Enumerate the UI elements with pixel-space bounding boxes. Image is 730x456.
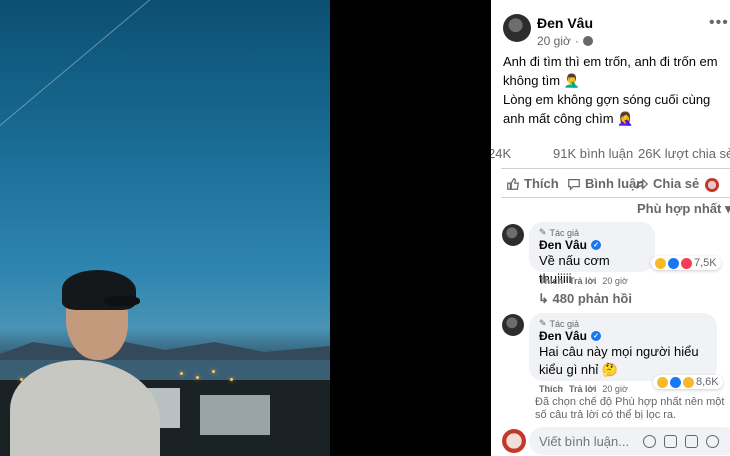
divider [501,168,730,169]
post-text-line: Lòng em không gợn sóng cuối cùng anh mất… [503,92,711,126]
comment-time[interactable]: 20 giờ [602,384,627,394]
comment-button[interactable]: Bình luận [567,176,644,191]
comment-like-link[interactable]: Thích [539,384,563,394]
author-tag: ✎ Tác giả [539,318,707,329]
chevron-down-icon: ▾ [724,201,730,216]
pencil-icon: ✎ [539,318,547,328]
like-reaction-icon [670,376,681,388]
post-time[interactable]: 20 giờ [537,34,571,48]
post-text: Anh đi tìm thì em trốn, anh đi trốn em k… [503,52,728,128]
warehouse [200,395,270,435]
viewer-avatar [502,429,526,453]
post-author-name[interactable]: Đen Vâu [537,15,593,31]
shares-count[interactable]: 26K lượt chia sẻ [638,146,730,161]
love-reaction-icon [681,257,692,269]
sticker-icon[interactable] [706,434,719,448]
comment-author-avatar[interactable] [502,314,524,336]
comment-reactions[interactable]: 7,5K [651,256,721,270]
author-tag-label: Tác giả [549,227,580,238]
haha-reaction-icon [655,257,666,269]
comment-icon [568,178,580,191]
pencil-icon: ✎ [539,227,547,237]
like-button[interactable]: Thích [506,176,559,191]
author-avatar[interactable] [503,14,531,42]
comment-time[interactable]: 20 giờ [602,276,627,286]
comment-author-avatar[interactable] [502,224,524,246]
comment-sort-label: Phù hợp nhất [637,201,722,216]
comment-actions: Thích Trả lời 20 giờ [539,384,628,394]
comment-author-label: Đen Vâu [539,238,588,252]
like-label: Thích [524,176,559,191]
comment-author-name[interactable]: Đen Vâu ✓ [539,329,707,343]
comment-reaction-count: 7,5K [694,257,717,269]
filter-notice: Đã chọn chế độ Phù hợp nhất nên một số c… [535,396,725,421]
person-cap-brim [104,296,140,306]
camera-icon[interactable] [664,434,677,448]
like-reaction-icon [668,257,679,269]
divider [501,197,730,198]
sad-reaction-icon [683,376,694,388]
share-label: Chia sẻ [653,176,700,191]
author-tag: ✎ Tác giả [539,227,645,238]
comment-reply-link[interactable]: Trả lời [569,276,596,286]
comment-actions: Thích Trả lời 20 giờ [539,276,628,286]
comment-reply-link[interactable]: Trả lời [569,384,596,394]
emoji-icon[interactable] [643,434,656,448]
power-line [0,0,293,151]
post-side-panel: Đen Vâu 20 giờ · ••• Anh đi tìm thì em t… [491,0,730,456]
post-text-line: Anh đi tìm thì em trốn, anh đi trốn em k… [503,54,718,88]
comment-input[interactable] [539,433,635,449]
thumbs-up-icon [507,177,519,190]
post-meta: 20 giờ · [537,34,593,48]
reply-arrow-icon: ↳ [538,291,553,306]
haha-reaction-icon [657,376,668,388]
comment-bubble: ✎ Tác giả Đen Vâu ✓ Về nấu cơm thuiiiii [529,222,655,286]
comments-count[interactable]: 91K bình luận [553,146,633,161]
replies-count: 480 phản hồi [552,291,632,306]
comment-author-label: Đen Vâu [539,329,588,343]
viewer-avatar-selector[interactable] [705,178,719,192]
view-replies-link[interactable]: ↳ 480 phản hồi [538,291,632,307]
globe-icon [582,36,593,46]
comment-composer[interactable] [529,427,730,455]
comment-bubble: ✎ Tác giả Đen Vâu ✓ Hai câu này mọi người … [529,313,717,381]
gif-icon[interactable] [685,434,698,448]
comment-like-link[interactable]: Thích [539,276,563,286]
share-button[interactable]: Chia sẻ [635,176,699,191]
more-options-icon[interactable]: ••• [709,14,729,32]
comment-author-name[interactable]: Đen Vâu ✓ [539,238,645,252]
port-light [230,378,233,381]
verified-badge-icon: ✓ [591,240,602,250]
reactions-count[interactable]: 24K [491,146,511,161]
separator-dot: · [574,34,579,48]
port-light [180,372,183,375]
share-icon [636,177,649,190]
port-light [212,370,215,373]
comment-sort-dropdown[interactable]: Phù hợp nhất ▾ [637,201,730,217]
comment-text: Hai câu này mọi người hiểu [539,344,699,359]
comment-reaction-count: 8,6K [696,376,719,388]
verified-badge-icon: ✓ [591,331,602,341]
comment-reactions[interactable]: 8,6K [653,375,723,389]
post-photo[interactable] [0,0,330,456]
author-tag-label: Tác giả [549,318,580,329]
port-light [196,376,199,379]
